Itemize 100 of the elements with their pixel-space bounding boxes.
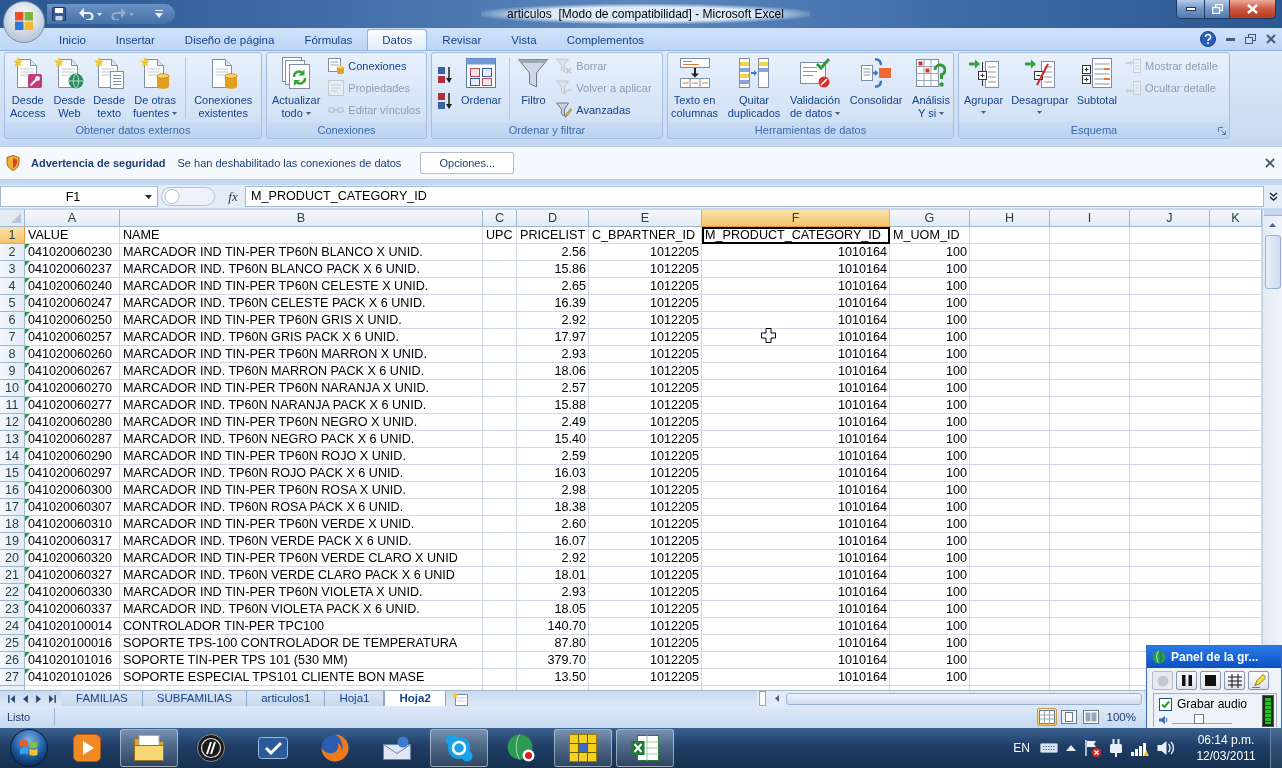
help-icon[interactable]	[1200, 31, 1216, 47]
ribbon-button[interactable]: Desde Access	[8, 55, 48, 120]
ribbon-button[interactable]: Ordenar	[459, 55, 504, 107]
row-header[interactable]: 2	[0, 244, 25, 261]
column-header[interactable]: E	[589, 210, 702, 227]
sort-button[interactable]	[435, 90, 455, 112]
taskbar-button[interactable]	[120, 729, 178, 767]
row-header[interactable]: 18	[0, 516, 25, 533]
close-icon[interactable]	[1265, 158, 1275, 168]
sheet-tab[interactable]: FAMILIAS	[62, 691, 143, 706]
ribbon-button[interactable]: Desde texto	[91, 55, 128, 120]
ribbon-button[interactable]: Agrupar	[962, 55, 1006, 114]
view-button[interactable]	[1080, 708, 1101, 726]
save-icon[interactable]	[52, 7, 66, 21]
speaker-icon[interactable]	[1157, 739, 1174, 757]
row-header[interactable]: 8	[0, 346, 25, 363]
ribbon-button[interactable]: Desde Web	[51, 55, 88, 120]
ribbon-tab[interactable]: Vista	[496, 29, 552, 50]
row-header[interactable]: 13	[0, 431, 25, 448]
row-header[interactable]: 14	[0, 448, 25, 465]
chevron-up-icon[interactable]	[1066, 745, 1076, 751]
clock-time[interactable]: 06:14 p.m.	[1197, 732, 1255, 748]
ribbon-tab[interactable]: Inicio	[44, 29, 101, 50]
panel-button[interactable]	[1176, 671, 1197, 690]
sheet-tab[interactable]: Hoja2	[384, 691, 446, 706]
zoom-level[interactable]: 100%	[1106, 711, 1136, 723]
language-indicator[interactable]: EN	[1013, 741, 1030, 755]
sheet-tab[interactable]: articulos1	[247, 691, 326, 706]
row-header[interactable]: 26	[0, 652, 25, 669]
ribbon-tab[interactable]: Complementos	[551, 29, 660, 50]
ribbon-button[interactable]: De otras fuentes	[131, 55, 180, 120]
column-header[interactable]: I	[1050, 210, 1130, 227]
close-button[interactable]	[1230, 0, 1276, 19]
new-sheet-icon[interactable]	[451, 691, 468, 706]
sheet-tab[interactable]: Hoja1	[325, 691, 385, 706]
row-header[interactable]: 16	[0, 482, 25, 499]
minimize-icon[interactable]	[1226, 37, 1235, 41]
restore-button[interactable]	[1205, 0, 1230, 19]
signal-bars-icon[interactable]	[1131, 740, 1149, 756]
last-sheet-icon[interactable]	[49, 694, 56, 703]
ribbon-button[interactable]: Avanzadas	[554, 99, 654, 121]
power-plug-icon[interactable]	[1109, 739, 1123, 757]
taskbar-button[interactable]	[554, 729, 612, 767]
insert-function-button[interactable]: fx	[225, 188, 241, 205]
minimize-button[interactable]	[1176, 0, 1205, 19]
ribbon-button[interactable]: Consolidar	[847, 55, 905, 107]
column-header[interactable]: G	[890, 210, 970, 227]
ribbon-tab[interactable]: Fórmulas	[289, 29, 368, 50]
ribbon-button[interactable]: Desagrupar	[1009, 55, 1071, 114]
selection-frame[interactable]: M_PRODUCT_CATEGORY_ID	[702, 227, 890, 244]
show-desktop-button[interactable]	[1270, 728, 1282, 768]
column-header[interactable]: K	[1210, 210, 1262, 227]
column-header[interactable]: D	[517, 210, 589, 227]
flag-icon[interactable]	[1084, 739, 1101, 757]
next-sheet-icon[interactable]	[36, 694, 41, 703]
formula-field[interactable]: M_PRODUCT_CATEGORY_ID	[245, 186, 1264, 207]
row-header[interactable]: 23	[0, 601, 25, 618]
column-header[interactable]: J	[1130, 210, 1210, 227]
row-header[interactable]: 17	[0, 499, 25, 516]
checkbox[interactable]	[1159, 697, 1172, 711]
row-header[interactable]: 7	[0, 329, 25, 346]
pause-icon[interactable]	[1181, 675, 1192, 686]
row-header[interactable]: 6	[0, 312, 25, 329]
options-button[interactable]: Opciones...	[420, 152, 515, 174]
panel-button[interactable]	[1200, 671, 1221, 690]
ribbon-button[interactable]: Quitar duplicados	[725, 55, 783, 120]
scrollbar-thumb[interactable]	[1264, 235, 1281, 289]
row-header[interactable]: 9	[0, 363, 25, 380]
view-button[interactable]	[1036, 708, 1057, 726]
split-handle[interactable]	[759, 691, 766, 706]
ribbon-button[interactable]: Actualizar todo	[270, 55, 323, 120]
taskbar-button[interactable]	[430, 729, 488, 767]
name-box[interactable]: F1	[0, 186, 158, 207]
row-header[interactable]: 1	[0, 227, 25, 244]
undo-icon[interactable]	[79, 8, 94, 20]
row-header[interactable]: 11	[0, 397, 25, 414]
ribbon-button[interactable]: Subtotal	[1074, 55, 1119, 107]
first-sheet-icon[interactable]	[8, 694, 15, 703]
row-header[interactable]: 4	[0, 278, 25, 295]
ribbon-button[interactable]: Conexiones existentes	[192, 55, 255, 120]
ribbon-button[interactable]: Filtro	[516, 55, 551, 107]
taskbar-button[interactable]	[616, 729, 674, 767]
ribbon-tab[interactable]: Insertar	[100, 29, 170, 50]
keyboard-icon[interactable]	[1040, 743, 1058, 753]
row-header[interactable]: 15	[0, 465, 25, 482]
slider-thumb[interactable]	[1194, 714, 1204, 724]
restore-icon[interactable]	[1245, 34, 1256, 44]
ribbon-tab[interactable]: Revisar	[427, 29, 497, 50]
row-header[interactable]: 21	[0, 567, 25, 584]
sheet-tab[interactable]: SUBFAMILIAS	[142, 691, 248, 706]
row-header[interactable]: 25	[0, 635, 25, 652]
row-header[interactable]: 12	[0, 414, 25, 431]
resize-handle-icon[interactable]	[161, 187, 215, 206]
ribbon-tab[interactable]: Diseño de página	[169, 29, 290, 50]
column-header[interactable]: A	[25, 210, 120, 227]
row-header[interactable]: 27	[0, 669, 25, 686]
row-header[interactable]: 10	[0, 380, 25, 397]
column-header[interactable]: F	[702, 210, 890, 227]
scrollbar-thumb[interactable]	[786, 692, 1142, 705]
ribbon-button[interactable]: Análisis Y si	[910, 55, 952, 120]
